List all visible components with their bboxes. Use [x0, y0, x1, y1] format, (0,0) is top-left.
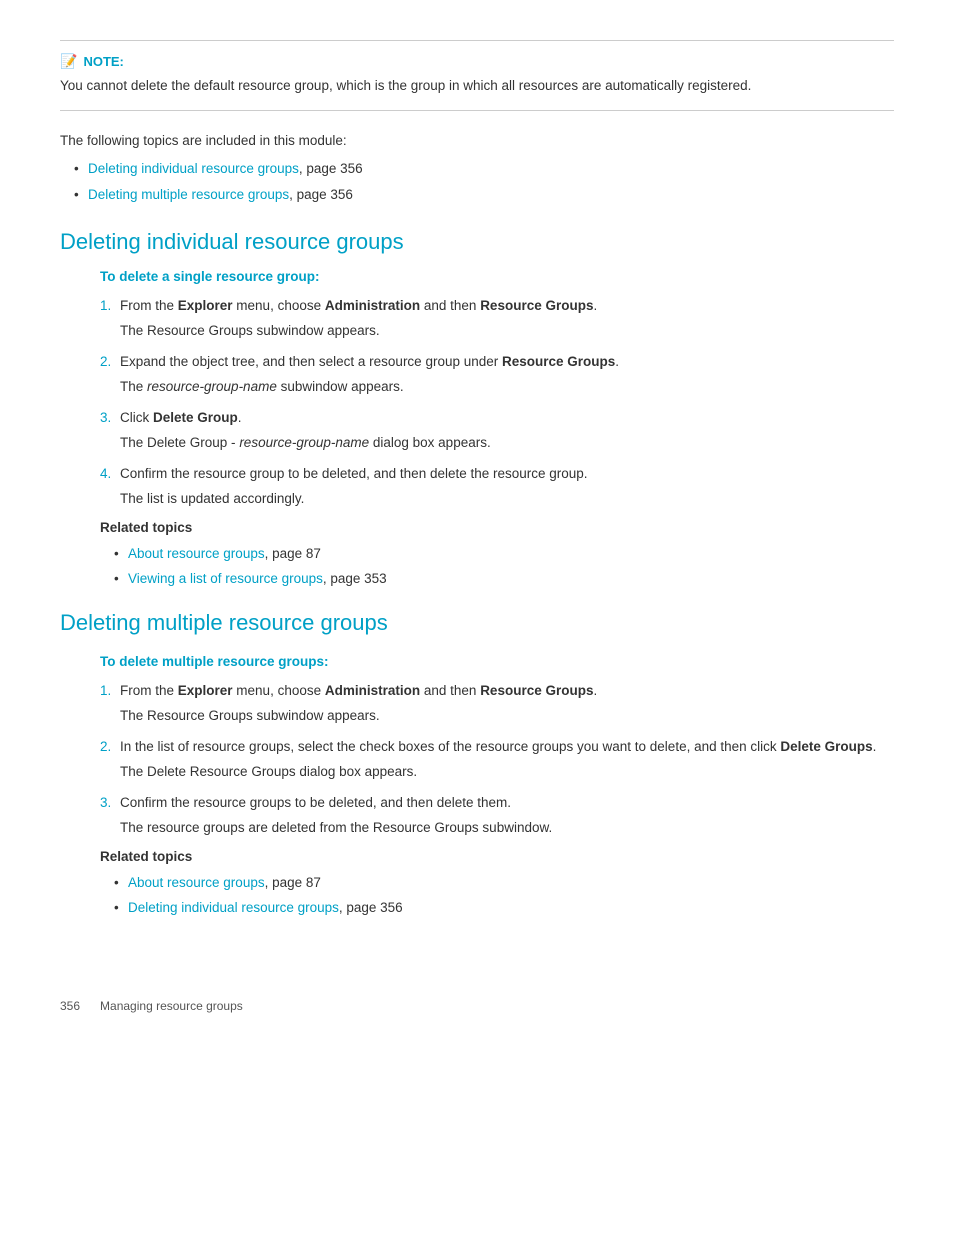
section2-related-1: About resource groups, page 87	[114, 872, 894, 894]
section2-step1-bold3: Resource Groups	[480, 683, 593, 698]
section2-title: Deleting multiple resource groups	[60, 610, 894, 636]
toc-link-1[interactable]: Deleting individual resource groups	[88, 161, 299, 176]
section2-step2-num: 2.	[100, 737, 111, 758]
section1-step3-italic: resource-group-name	[239, 435, 369, 450]
section1-step-2: 2. Expand the object tree, and then sele…	[100, 352, 894, 398]
section1-related-suffix-2: , page 353	[323, 571, 387, 586]
section1-related-list: About resource groups, page 87 Viewing a…	[60, 543, 894, 590]
note-label: NOTE:	[83, 54, 123, 69]
section1-step2-italic: resource-group-name	[147, 379, 277, 394]
section1-step-3: 3. Click Delete Group. The Delete Group …	[100, 408, 894, 454]
section2-step-2: 2. In the list of resource groups, selec…	[100, 737, 894, 783]
section1-related-link-1[interactable]: About resource groups	[128, 546, 265, 561]
section1-step4-num: 4.	[100, 464, 111, 485]
section1-step3-text: Click Delete Group.	[120, 410, 242, 425]
section2-step-3: 3. Confirm the resource groups to be del…	[100, 793, 894, 839]
section1-step4-text: Confirm the resource group to be deleted…	[120, 466, 588, 481]
toc-list: Deleting individual resource groups, pag…	[60, 158, 894, 205]
section1-related-1: About resource groups, page 87	[114, 543, 894, 565]
note-body-part2: , which is the group in which all resour…	[329, 78, 751, 93]
toc-item-2: Deleting multiple resource groups, page …	[74, 184, 894, 206]
section1-step4-subnote: The list is updated accordingly.	[120, 489, 894, 510]
section2-related-link-2[interactable]: Deleting individual resource groups	[128, 900, 339, 915]
section1-step3-subnote: The Delete Group - resource-group-name d…	[120, 433, 894, 454]
note-body: You cannot delete the default resource g…	[60, 76, 894, 96]
section2-step-1: 1. From the Explorer menu, choose Admini…	[100, 681, 894, 727]
section2-steps: 1. From the Explorer menu, choose Admini…	[60, 681, 894, 839]
section2-step2-subnote: The Delete Resource Groups dialog box ap…	[120, 762, 894, 783]
footer-text: 356 Managing resource groups	[60, 999, 894, 1013]
section2-step2-text: In the list of resource groups, select t…	[120, 739, 876, 754]
section1-step3-bold: Delete Group	[153, 410, 238, 425]
section2-subtitle: To delete multiple resource groups:	[60, 654, 894, 669]
section2-step1-subnote: The Resource Groups subwindow appears.	[120, 706, 894, 727]
section2-related-suffix-1: , page 87	[265, 875, 321, 890]
footer-page: 356	[60, 999, 80, 1013]
section1-related-suffix-1: , page 87	[265, 546, 321, 561]
toc-suffix-2: , page 356	[289, 187, 353, 202]
section2-step1-num: 1.	[100, 681, 111, 702]
toc-item-1: Deleting individual resource groups, pag…	[74, 158, 894, 180]
section1-step1-bold2: Administration	[325, 298, 420, 313]
section1-step-4: 4. Confirm the resource group to be dele…	[100, 464, 894, 510]
section1-step2-text: Expand the object tree, and then select …	[120, 354, 619, 369]
section1-related-title: Related topics	[60, 520, 894, 535]
section2-step1-text: From the Explorer menu, choose Administr…	[120, 683, 597, 698]
section2-step3-text: Confirm the resource groups to be delete…	[120, 795, 511, 810]
toc-link-2[interactable]: Deleting multiple resource groups	[88, 187, 289, 202]
section1-step3-num: 3.	[100, 408, 111, 429]
footer-label: Managing resource groups	[100, 999, 243, 1013]
section1-step1-bold3: Resource Groups	[480, 298, 593, 313]
section1-related-link-2[interactable]: Viewing a list of resource groups	[128, 571, 323, 586]
section1-related-2: Viewing a list of resource groups, page …	[114, 568, 894, 590]
section2-step3-num: 3.	[100, 793, 111, 814]
section1-subtitle: To delete a single resource group:	[60, 269, 894, 284]
section2-step1-bold2: Administration	[325, 683, 420, 698]
section2-related-list: About resource groups, page 87 Deleting …	[60, 872, 894, 919]
section2-step1-bold1: Explorer	[178, 683, 233, 698]
section2-related-title: Related topics	[60, 849, 894, 864]
section1-step1-num: 1.	[100, 296, 111, 317]
section1-step-1: 1. From the Explorer menu, choose Admini…	[100, 296, 894, 342]
note-icon: 📝	[60, 53, 77, 70]
footer: 356 Managing resource groups	[60, 999, 894, 1013]
toc-suffix-1: , page 356	[299, 161, 363, 176]
section1-step1-bold1: Explorer	[178, 298, 233, 313]
section2-related-2: Deleting individual resource groups, pag…	[114, 897, 894, 919]
section1-step2-bold: Resource Groups	[502, 354, 615, 369]
section1-step1-subnote: The Resource Groups subwindow appears.	[120, 321, 894, 342]
note-body-part1: You cannot delete the default resource g…	[60, 78, 329, 93]
section1-step1-text: From the Explorer menu, choose Administr…	[120, 298, 597, 313]
note-box: 📝 NOTE: You cannot delete the default re…	[60, 40, 894, 111]
section2-related-suffix-2: , page 356	[339, 900, 403, 915]
section1-title: Deleting individual resource groups	[60, 229, 894, 255]
section1-step2-num: 2.	[100, 352, 111, 373]
section2-step3-subnote: The resource groups are deleted from the…	[120, 818, 894, 839]
section2-related-link-1[interactable]: About resource groups	[128, 875, 265, 890]
section1-steps: 1. From the Explorer menu, choose Admini…	[60, 296, 894, 509]
section1-step2-subnote: The resource-group-name subwindow appear…	[120, 377, 894, 398]
section2-step2-bold: Delete Groups	[780, 739, 872, 754]
note-header: 📝 NOTE:	[60, 53, 894, 70]
intro-text: The following topics are included in thi…	[60, 133, 894, 148]
